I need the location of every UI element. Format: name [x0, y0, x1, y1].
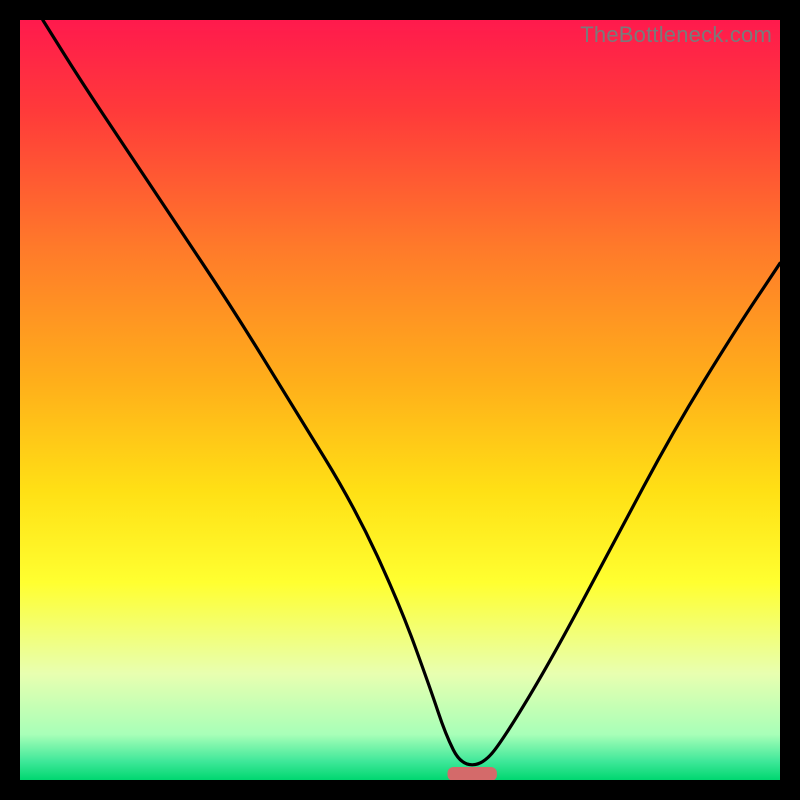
watermark-text: TheBottleneck.com: [580, 22, 772, 48]
bottleneck-chart: [20, 20, 780, 780]
chart-frame: TheBottleneck.com: [20, 20, 780, 780]
gradient-background: [20, 20, 780, 780]
optimal-marker: [448, 767, 497, 780]
